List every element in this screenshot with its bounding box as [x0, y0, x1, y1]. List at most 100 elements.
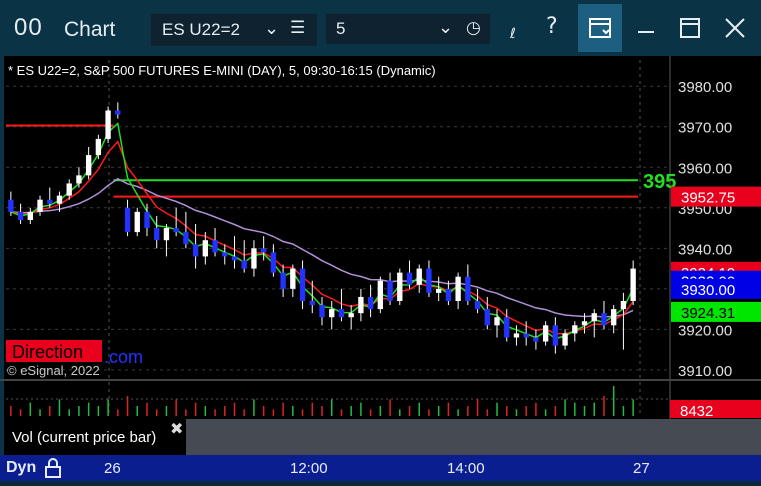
candle-body	[192, 244, 199, 257]
candle-body	[348, 313, 354, 318]
chevron-down-icon[interactable]: ⌄	[438, 17, 453, 38]
chart-canvas[interactable]: * ES U22=2, S&P 500 FUTURES E-MINI (DAY)…	[0, 56, 761, 481]
clock-icon[interactable]: ◷	[466, 18, 481, 38]
candle-body	[329, 309, 335, 318]
volume-pane-footer	[186, 419, 761, 455]
candle-body	[124, 207, 131, 233]
help-icon[interactable]: ?	[546, 14, 558, 39]
volume-badge-text: 8432	[680, 403, 713, 420]
lock-icon[interactable]	[44, 458, 62, 478]
dynamic-mode-label[interactable]: Dyn	[6, 459, 36, 477]
candle-body	[173, 228, 179, 233]
candle-body	[17, 211, 24, 220]
close-study-icon[interactable]: ✖	[170, 419, 183, 438]
candle-body	[163, 228, 170, 241]
candle-body	[202, 240, 208, 257]
candle-body	[154, 228, 160, 241]
price-tick-label: 3980.00	[678, 79, 732, 96]
candle-body	[581, 321, 588, 326]
volume-study-label[interactable]: Vol (current price bar) ✖	[4, 419, 186, 453]
candle-body	[397, 272, 403, 301]
chevron-down-icon[interactable]: ⌄	[264, 18, 279, 39]
draw-icon[interactable]: ℓ	[510, 26, 516, 42]
candle-body	[367, 296, 374, 310]
interval-selector[interactable]: 5 ⌄ ◷	[326, 14, 490, 44]
price-tick-label: 3920.00	[678, 322, 732, 339]
close-icon[interactable]	[720, 14, 750, 44]
price-badge-text: 3930.00	[681, 282, 735, 299]
candle-body	[426, 268, 432, 293]
app-icon: 00	[14, 14, 43, 41]
candle-body	[552, 325, 559, 346]
candle-body	[299, 268, 306, 301]
price-tick-label: 3960.00	[678, 160, 732, 177]
candle-body	[95, 138, 102, 156]
candle-body	[319, 305, 325, 318]
candle-body	[533, 337, 539, 342]
candle-body	[309, 301, 315, 306]
copyright-text: © eSignal, 2022	[7, 363, 100, 378]
symbol-selector[interactable]: ES U22=2 ⌄ ☰	[151, 14, 317, 46]
chart-area[interactable]: * ES U22=2, S&P 500 FUTURES E-MINI (DAY)…	[0, 56, 761, 481]
candle-body	[542, 325, 549, 342]
price-badge-text: 3924.31	[681, 305, 735, 322]
layout-button[interactable]	[578, 4, 622, 52]
candle-body	[260, 248, 267, 253]
candle-body	[620, 301, 627, 310]
candle-body	[445, 288, 452, 301]
time-axis[interactable]: Dyn 26 12:00 14:00 27	[0, 455, 761, 481]
candle-body	[338, 309, 345, 318]
candle-body	[504, 317, 510, 338]
candle-body	[270, 252, 277, 273]
candle-body	[630, 268, 636, 301]
maximize-icon[interactable]	[675, 14, 705, 44]
candle-body	[85, 155, 92, 176]
candle-body	[183, 232, 189, 245]
price-tick-label: 3910.00	[678, 363, 732, 380]
price-tick-label: 3970.00	[678, 120, 732, 137]
volume-study-text: Vol (current price bar)	[12, 429, 157, 446]
candle-body	[144, 211, 150, 229]
candle-body	[513, 333, 520, 338]
candle-body	[280, 272, 286, 289]
layout-icon	[589, 18, 611, 38]
price-tick-label: 3940.00	[678, 241, 732, 258]
symbol-value: ES U22=2	[162, 20, 240, 39]
direction-label: Direction	[12, 342, 83, 362]
candle-body	[406, 272, 413, 285]
candle-body	[377, 280, 384, 310]
price-badge-text: 3952.75	[681, 190, 735, 207]
window-title: Chart	[64, 18, 116, 41]
candle-body	[436, 288, 442, 293]
candle-body	[231, 256, 238, 261]
candle-body	[105, 110, 111, 139]
candle-body	[47, 199, 53, 204]
window-titlebar: 00 Chart ES U22=2 ⌄ ☰ 5 ⌄ ◷ ℓ ?	[0, 0, 761, 56]
candle-body	[66, 183, 72, 196]
candle-body	[416, 268, 422, 285]
list-icon[interactable]: ☰	[290, 18, 305, 38]
candle-body	[474, 301, 481, 310]
candle-body	[8, 199, 14, 212]
candle-body	[76, 175, 82, 184]
candle-body	[212, 240, 218, 253]
candle-body	[27, 211, 33, 220]
candle-body	[455, 276, 461, 301]
time-tick-26: 26	[104, 460, 121, 477]
candle-body	[115, 110, 121, 115]
time-tick-27: 27	[633, 460, 650, 477]
candle-body	[387, 280, 393, 301]
candle-body	[523, 333, 529, 338]
chart-header: * ES U22=2, S&P 500 FUTURES E-MINI (DAY)…	[8, 63, 436, 78]
time-tick-1400: 14:00	[447, 460, 485, 477]
candle-body	[465, 276, 471, 301]
candle-body	[134, 211, 140, 233]
candle-body	[251, 248, 257, 269]
candle-body	[222, 252, 228, 257]
candle-body	[484, 309, 490, 326]
candle-body	[358, 296, 364, 314]
candle-body	[562, 333, 568, 346]
minimize-icon[interactable]	[630, 14, 660, 44]
candle-body	[611, 309, 617, 326]
candle-body	[494, 317, 500, 326]
